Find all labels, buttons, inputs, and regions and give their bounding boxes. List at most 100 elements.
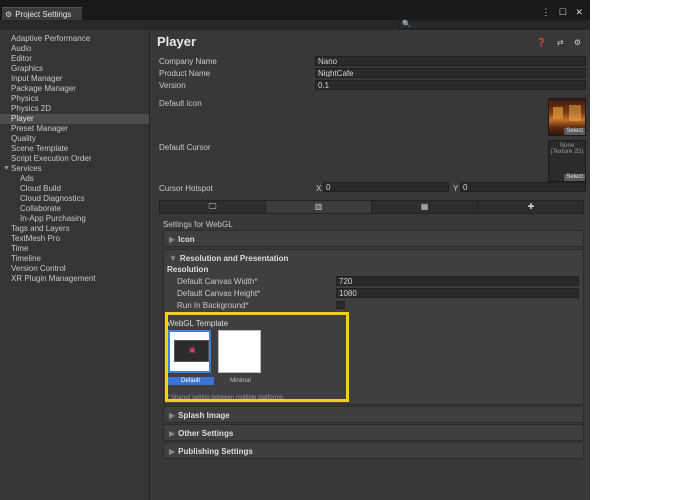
title-bar: ⚙ Project Settings ⋮ ☐ ✕	[0, 0, 590, 21]
sidebar-item-collaborate[interactable]: Collaborate	[0, 204, 149, 214]
sidebar-item-label: Physics 2D	[11, 104, 52, 113]
search-input[interactable]: 🔍	[399, 21, 587, 29]
tab-standalone[interactable]: 🖵	[160, 201, 266, 213]
webgl-template-highlight	[165, 312, 349, 402]
monitor-icon: 🖵	[208, 202, 217, 211]
settings-sidebar: Adaptive Performance Audio Editor Graphics I…	[0, 31, 150, 500]
sidebar-item-label: XR Plugin Management	[11, 274, 96, 283]
canvas-height-field[interactable]: 1080	[336, 288, 579, 298]
player-settings-panel: Player ❓ ⇄ ⚙ Company Name Nano Product N…	[151, 31, 590, 500]
tab-android[interactable]: ✚	[478, 201, 584, 213]
product-name-label: Product Name	[159, 69, 211, 78]
platform-tabs: 🖵 ▥ ▦ ✚	[159, 200, 584, 214]
sidebar-item-physics[interactable]: Physics	[0, 94, 149, 104]
sidebar-item-editor[interactable]: Editor	[0, 54, 149, 64]
foldout-publishing-label: Publishing Settings	[178, 447, 253, 456]
sidebar-item-label: Cloud Diagnostics	[20, 194, 85, 203]
window-controls[interactable]: ⋮ ☐ ✕	[541, 7, 586, 18]
sidebar-item-package-manager[interactable]: Package Manager	[0, 84, 149, 94]
sidebar-item-label: Cloud Build	[20, 184, 61, 193]
foldout-splash[interactable]: ▶ Splash Image	[163, 406, 584, 423]
search-icon: 🔍	[402, 21, 411, 28]
company-name-field[interactable]: Nano	[315, 56, 586, 66]
canvas-width-label: Default Canvas Width*	[177, 277, 258, 286]
sidebar-item-cloud-diagnostics[interactable]: Cloud Diagnostics	[0, 194, 149, 204]
version-field[interactable]: 0.1	[315, 80, 586, 90]
chevron-right-icon: ▶	[169, 411, 176, 420]
cursor-select-button[interactable]: Select	[564, 174, 585, 181]
hotspot-x-field[interactable]: 0	[323, 182, 449, 192]
foldout-icon[interactable]: ▶ Icon	[163, 230, 584, 247]
sidebar-item-label: Preset Manager	[11, 124, 68, 133]
sidebar-item-cloud-build[interactable]: Cloud Build	[0, 184, 149, 194]
chevron-down-icon[interactable]: ▼	[3, 164, 10, 174]
tab-project-settings[interactable]: ⚙ Project Settings	[2, 7, 82, 21]
sidebar-item-ads[interactable]: Ads	[0, 174, 149, 184]
sidebar-item-label: Audio	[11, 44, 32, 53]
sidebar-item-services[interactable]: ▼ Services	[0, 164, 149, 174]
icon-select-button[interactable]: Select	[564, 128, 585, 135]
sidebar-item-player[interactable]: Player	[0, 114, 149, 124]
chevron-down-icon: ▼	[169, 254, 177, 263]
product-name-field[interactable]: NightCafe	[315, 68, 586, 78]
sidebar-item-graphics[interactable]: Graphics	[0, 64, 149, 74]
default-icon-slot[interactable]: Select	[548, 98, 586, 136]
default-cursor-slot[interactable]: None (Texture 2D) Select	[548, 140, 586, 182]
windows-icon: ▦	[420, 202, 429, 211]
tab-label: Project Settings	[15, 10, 72, 19]
webgl-icon: ▥	[314, 202, 323, 211]
sidebar-item-label: Physics	[11, 94, 39, 103]
run-in-background-label: Run In Background*	[177, 301, 249, 310]
tab-webgl[interactable]: ▥	[266, 201, 372, 213]
sidebar-item-in-app-purchasing[interactable]: In-App Purchasing	[0, 214, 149, 224]
sidebar-item-scene-template[interactable]: Scene Template	[0, 144, 149, 154]
sidebar-item-label: Editor	[11, 54, 32, 63]
run-in-background-checkbox[interactable]	[336, 301, 345, 309]
version-label: Version	[159, 81, 186, 90]
hotspot-y-field[interactable]: 0	[460, 182, 586, 192]
header-icons[interactable]: ❓ ⇄ ⚙	[537, 38, 585, 47]
sidebar-item-physics-2d[interactable]: Physics 2D	[0, 104, 149, 114]
sidebar-item-label: Graphics	[11, 64, 44, 73]
sidebar-item-label: Timeline	[11, 254, 41, 263]
foldout-resolution-header[interactable]: ▼ Resolution and Presentation	[169, 254, 288, 263]
chevron-right-icon: ▶	[169, 447, 176, 456]
sidebar-item-textmesh-pro[interactable]: TextMesh Pro	[0, 234, 149, 244]
canvas-width-field[interactable]: 720	[336, 276, 579, 286]
sidebar-item-label: Services	[11, 164, 42, 173]
tab-windows-store[interactable]: ▦	[372, 201, 478, 213]
sidebar-item-preset-manager[interactable]: Preset Manager	[0, 124, 149, 134]
foldout-splash-label: Splash Image	[178, 411, 230, 420]
sidebar-item-tags-and-layers[interactable]: Tags and Layers	[0, 224, 149, 234]
sidebar-item-label: Collaborate	[20, 204, 61, 213]
sidebar-item-quality[interactable]: Quality	[0, 134, 149, 144]
cursor-hotspot-label: Cursor Hotspot	[159, 184, 213, 193]
sidebar-item-adaptive-performance[interactable]: Adaptive Performance	[0, 34, 149, 44]
foldout-other-label: Other Settings	[178, 429, 234, 438]
sidebar-item-time[interactable]: Time	[0, 244, 149, 254]
sidebar-item-audio[interactable]: Audio	[0, 44, 149, 54]
android-icon: ✚	[527, 202, 535, 211]
sidebar-item-label: Package Manager	[11, 84, 76, 93]
sidebar-item-label: In-App Purchasing	[20, 214, 86, 223]
sidebar-item-input-manager[interactable]: Input Manager	[0, 74, 149, 84]
sidebar-item-version-control[interactable]: Version Control	[0, 264, 149, 274]
sidebar-item-label: Version Control	[11, 264, 66, 273]
sidebar-item-label: Ads	[20, 174, 34, 183]
sidebar-item-xr-plugin-management[interactable]: XR Plugin Management	[0, 274, 149, 284]
sidebar-item-label: Input Manager	[11, 74, 63, 83]
settings-for-label: Settings for WebGL	[163, 220, 233, 229]
chevron-right-icon: ▶	[169, 429, 176, 438]
canvas-height-label: Default Canvas Height*	[177, 289, 261, 298]
sidebar-item-label: TextMesh Pro	[11, 234, 60, 243]
hotspot-y-label: Y	[453, 184, 459, 193]
sidebar-item-label: Script Execution Order	[11, 154, 92, 163]
sidebar-item-script-execution-order[interactable]: Script Execution Order	[0, 154, 149, 164]
project-settings-window: ⚙ Project Settings ⋮ ☐ ✕ 🔍 Adaptive Perf…	[0, 0, 590, 500]
page-title: Player	[157, 34, 197, 49]
resolution-section-label: Resolution and Presentation	[179, 254, 289, 263]
foldout-publishing[interactable]: ▶ Publishing Settings	[163, 442, 584, 459]
cursor-type-text: (Texture 2D)	[550, 149, 584, 155]
sidebar-item-timeline[interactable]: Timeline	[0, 254, 149, 264]
foldout-other[interactable]: ▶ Other Settings	[163, 424, 584, 441]
